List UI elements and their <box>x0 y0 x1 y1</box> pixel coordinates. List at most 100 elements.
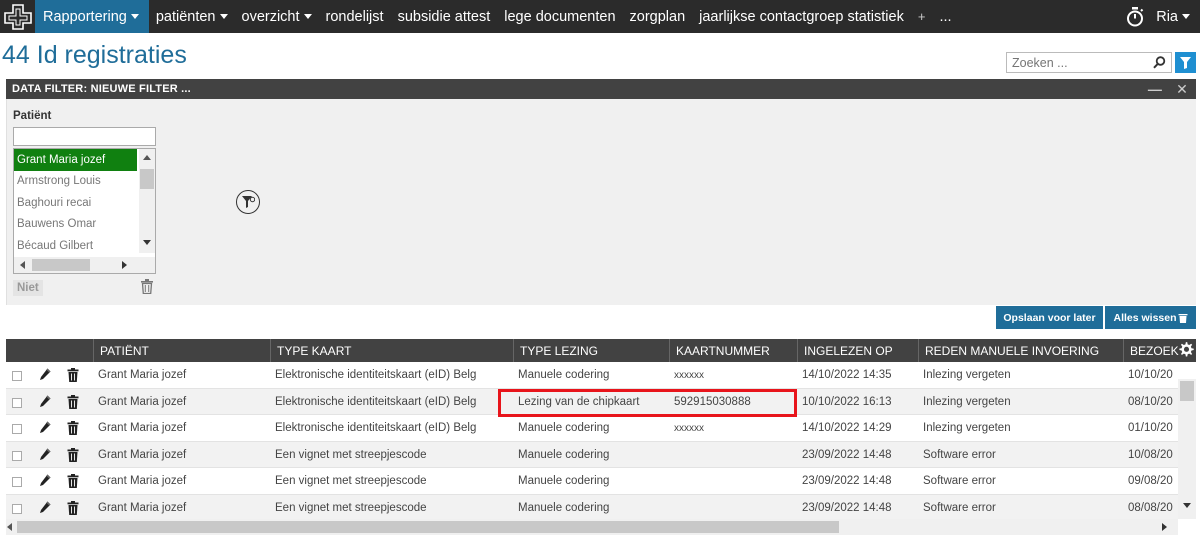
table-row[interactable]: Grant Maria jozef Een vignet met streepje… <box>6 495 1178 519</box>
patient-listbox[interactable]: Grant Maria jozef Armstrong Louis Baghou… <box>13 148 156 274</box>
cell-kaartnummer <box>674 495 796 519</box>
nav-jaarlijkse-contactgroep-statistiek[interactable]: jaarlijkse contactgroep statistiek <box>692 0 911 33</box>
pencil-icon[interactable] <box>39 421 51 440</box>
cell-kaartnummer: xxxxxx <box>674 422 704 434</box>
cell-patient: Grant Maria jozef <box>98 502 187 514</box>
cell-patient: Grant Maria jozef <box>98 422 187 435</box>
scroll-right-icon[interactable] <box>1162 523 1167 531</box>
search-field[interactable] <box>1006 52 1172 73</box>
nav-patienten[interactable]: patiënten <box>149 0 235 33</box>
pencil-icon[interactable] <box>39 474 51 493</box>
table-vertical-scrollbar[interactable] <box>1178 379 1196 519</box>
cell-bezoek: 01/10/20 <box>1128 422 1173 435</box>
nav-zorgplan[interactable]: zorgplan <box>623 0 693 33</box>
clear-all-label: Alles wissen <box>1113 311 1177 324</box>
column-header-reden[interactable]: REDEN MANUELE INVOERING <box>918 339 1123 362</box>
pencil-icon[interactable] <box>39 448 51 467</box>
scroll-left-icon[interactable] <box>7 523 12 531</box>
apply-filter-button[interactable] <box>236 190 260 214</box>
column-header-patient[interactable]: PATIËNT <box>93 339 270 362</box>
cell-type-kaart: Elektronische identiteitskaart (eID) Bel… <box>275 369 477 381</box>
stopwatch-icon[interactable] <box>1122 0 1148 33</box>
table-horizontal-scrollbar[interactable] <box>6 519 1178 535</box>
scroll-down-icon[interactable] <box>143 240 151 245</box>
gear-icon[interactable] <box>1178 341 1195 363</box>
scroll-thumb[interactable] <box>32 259 90 271</box>
cell-kaartnummer <box>674 468 796 494</box>
row-checkbox[interactable] <box>12 450 22 461</box>
nav-more[interactable]: ... <box>932 0 958 33</box>
trash-icon[interactable] <box>67 368 79 387</box>
table-row[interactable]: Grant Maria jozef Een vignet met streepje… <box>6 441 1178 469</box>
trash-icon[interactable] <box>67 421 79 440</box>
row-checkbox[interactable] <box>12 397 22 408</box>
minimize-icon[interactable]: — <box>1148 81 1162 98</box>
pencil-icon[interactable] <box>39 368 51 387</box>
nav-lege-documenten[interactable]: lege documenten <box>497 0 622 33</box>
trash-icon[interactable] <box>67 394 79 414</box>
chevron-down-icon <box>1182 14 1190 19</box>
cell-ingelezen-op: 10/10/2022 16:13 <box>802 395 892 408</box>
patient-option[interactable]: Bécaud Gilbert <box>14 235 137 257</box>
row-checkbox[interactable] <box>12 504 22 514</box>
trash-icon[interactable] <box>140 279 154 299</box>
cell-bezoek: 08/08/20 <box>1128 502 1173 514</box>
patient-option[interactable]: Baghouri recai <box>14 192 137 214</box>
patient-option[interactable]: Armstrong Louis <box>14 171 137 193</box>
niet-toggle-button[interactable]: Niet <box>13 280 43 296</box>
column-header-ingelezen-op[interactable]: INGELEZEN OP <box>797 339 918 362</box>
nav-overzicht[interactable]: overzicht <box>235 0 319 33</box>
patient-list-vertical-scrollbar[interactable] <box>139 149 155 253</box>
cell-type-kaart: Een vignet met streepjescode <box>275 448 427 461</box>
scroll-right-icon[interactable] <box>122 261 127 269</box>
scroll-thumb[interactable] <box>1180 381 1194 401</box>
nav-add-tab[interactable]: + <box>911 0 933 33</box>
filter-actions: Opslaan voor later Alles wissen <box>0 306 1200 330</box>
cell-ingelezen-op: 23/09/2022 14:48 <box>802 475 892 488</box>
column-header-bezoek[interactable]: BEZOEK <box>1123 339 1179 362</box>
table-row[interactable]: Grant Maria jozef Elektronische identitei… <box>6 362 1178 389</box>
cell-type-kaart: Een vignet met streepjescode <box>275 502 427 514</box>
scroll-left-icon[interactable] <box>20 261 25 269</box>
close-icon[interactable]: ✕ <box>1176 81 1188 98</box>
trash-icon[interactable] <box>67 447 79 467</box>
trash-icon[interactable] <box>67 501 79 519</box>
nav-rondelijst[interactable]: rondelijst <box>319 0 391 33</box>
nav-subsidie-attest[interactable]: subsidie attest <box>391 0 498 33</box>
registrations-table: PATIËNT TYPE KAART TYPE LEZING KAARTNUMM… <box>6 339 1196 519</box>
app-logo-icon[interactable] <box>0 0 35 33</box>
patient-list-horizontal-scrollbar[interactable] <box>14 257 155 273</box>
table-row[interactable]: Grant Maria jozef Een vignet met streepje… <box>6 468 1178 495</box>
cell-kaartnummer: xxxxxx <box>674 369 704 381</box>
search-icon[interactable] <box>1153 56 1166 74</box>
pencil-icon[interactable] <box>39 501 51 519</box>
filter-toggle-button[interactable] <box>1175 52 1196 73</box>
table-row[interactable]: Grant Maria jozef Elektronische identitei… <box>6 415 1178 442</box>
highlight-box <box>498 389 797 417</box>
patient-option[interactable]: Grant Maria jozef <box>14 149 137 171</box>
cell-reden: Inlezing vergeten <box>923 369 1011 381</box>
scroll-down-icon[interactable] <box>1183 503 1191 508</box>
user-menu[interactable]: Ria <box>1148 9 1200 25</box>
patient-search-input[interactable] <box>13 127 156 146</box>
pencil-icon[interactable] <box>39 395 51 414</box>
scroll-up-icon[interactable] <box>143 155 151 160</box>
save-for-later-button[interactable]: Opslaan voor later <box>996 306 1103 329</box>
column-header-kaartnummer[interactable]: KAARTNUMMER <box>669 339 797 362</box>
row-checkbox[interactable] <box>12 371 22 381</box>
column-header-type-kaart[interactable]: TYPE KAART <box>270 339 513 362</box>
clear-all-button[interactable]: Alles wissen <box>1105 306 1196 329</box>
nav-rapportering[interactable]: Rapportering <box>35 0 149 33</box>
patient-option[interactable]: Bauwens Omar <box>14 214 137 236</box>
scroll-thumb[interactable] <box>140 169 154 189</box>
cell-type-lezing: Manuele codering <box>518 448 610 461</box>
trash-icon[interactable] <box>67 474 79 493</box>
row-checkbox[interactable] <box>12 424 22 435</box>
search-input[interactable] <box>1007 55 1147 70</box>
column-header-type-lezing[interactable]: TYPE LEZING <box>513 339 669 362</box>
cell-type-lezing: Manuele codering <box>518 502 610 514</box>
row-checkbox[interactable] <box>12 477 22 488</box>
cell-type-kaart: Een vignet met streepjescode <box>275 475 427 488</box>
scroll-thumb[interactable] <box>17 521 839 533</box>
cell-patient: Grant Maria jozef <box>98 448 187 461</box>
